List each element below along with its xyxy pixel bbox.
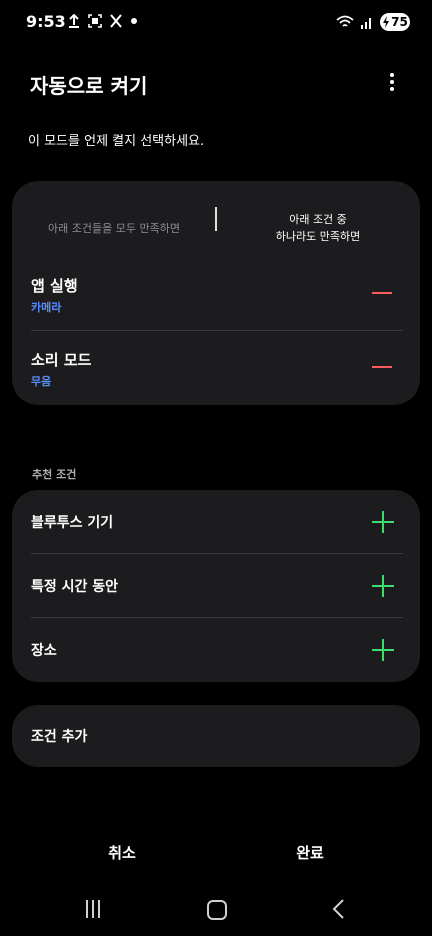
recommended-section-label: 추천 조건: [32, 468, 77, 481]
recommended-card: 블루투스 기기 특정 시간 동안 장소: [12, 490, 420, 682]
add-recommended-button[interactable]: [370, 573, 396, 599]
option-any-condition[interactable]: 아래 조건 중 하나라도 만족하면: [216, 199, 420, 257]
condition-subtitle: 무음: [31, 375, 52, 388]
cancel-button[interactable]: 취소: [62, 838, 182, 866]
signal-icon: [361, 18, 371, 29]
recents-button[interactable]: [86, 900, 106, 918]
recommended-item-label: 장소: [31, 643, 57, 659]
screenshot-icon: [88, 14, 102, 28]
condition-mode-toggle: 아래 조건들을 모두 만족하면 아래 조건 중 하나라도 만족하면: [12, 199, 420, 257]
recommended-item-label: 블루투스 기기: [31, 515, 114, 531]
add-condition-button[interactable]: 조건 추가: [12, 705, 420, 767]
charging-icon: [383, 16, 390, 28]
home-button[interactable]: [207, 900, 227, 920]
add-recommended-button[interactable]: [370, 509, 396, 535]
back-icon: [332, 899, 344, 919]
more-options-button[interactable]: [382, 70, 402, 94]
recommended-item-label: 특정 시간 동안: [31, 579, 119, 595]
dot-icon: [131, 18, 137, 24]
more-vertical-icon: [390, 73, 394, 77]
option-all-conditions[interactable]: 아래 조건들을 모두 만족하면: [12, 199, 216, 257]
condition-item-app-launch[interactable]: 앱 실행 카메라: [12, 257, 420, 331]
option-any-label-line2: 하나라도 만족하면: [275, 230, 361, 243]
wifi-icon: [336, 15, 354, 27]
option-all-label: 아래 조건들을 모두 만족하면: [48, 222, 180, 235]
condition-title: 앱 실행: [31, 277, 78, 295]
remove-condition-button[interactable]: [370, 281, 394, 305]
recommended-item-bluetooth[interactable]: 블루투스 기기: [12, 490, 420, 554]
condition-subtitle: 카메라: [31, 301, 62, 314]
battery-indicator: 75: [380, 13, 410, 31]
page-title: 자동으로 켜기: [30, 74, 148, 98]
add-condition-label: 조건 추가: [31, 729, 88, 745]
minus-icon: [372, 366, 392, 368]
minus-icon: [372, 292, 392, 294]
status-time: 9:53: [26, 12, 66, 31]
recommended-item-place[interactable]: 장소: [12, 618, 420, 682]
battery-level: 75: [391, 15, 408, 29]
status-icons: [68, 14, 138, 28]
condition-item-sound-mode[interactable]: 소리 모드 무음: [12, 331, 420, 405]
upload-icon: [69, 14, 79, 28]
add-recommended-button[interactable]: [370, 637, 396, 663]
back-button[interactable]: [329, 898, 349, 920]
qr-icon: [110, 14, 122, 28]
option-any-label-line1: 아래 조건 중: [289, 213, 347, 226]
conditions-card: 아래 조건들을 모두 만족하면 아래 조건 중 하나라도 만족하면 앱 실행 카…: [12, 181, 420, 405]
condition-title: 소리 모드: [31, 351, 92, 369]
remove-condition-button[interactable]: [370, 355, 394, 379]
description-text: 이 모드를 언제 켤지 선택하세요.: [28, 134, 205, 149]
status-right: 75: [336, 13, 410, 31]
done-button[interactable]: 완료: [250, 838, 370, 866]
recommended-item-time-period[interactable]: 특정 시간 동안: [12, 554, 420, 618]
recents-icon: [86, 900, 88, 918]
